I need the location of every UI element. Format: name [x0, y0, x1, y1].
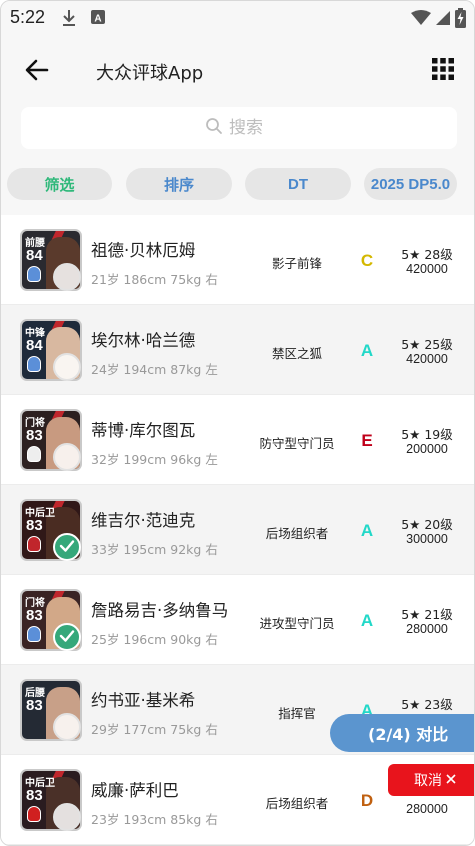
player-price: 280000 [406, 622, 448, 636]
player-name: 詹路易吉·多纳鲁马 [91, 601, 229, 620]
close-icon [446, 772, 456, 788]
card-rating: 83 [26, 787, 43, 804]
player-level: 5★ 28级 [401, 247, 453, 262]
player-name: 埃尔林·哈兰德 [91, 331, 196, 350]
back-button[interactable] [21, 55, 55, 85]
player-price: 420000 [406, 262, 448, 276]
club-badge-icon [27, 446, 41, 462]
search-bar[interactable] [21, 107, 457, 149]
status-time: 5:22 [10, 7, 46, 27]
app-screen: 5:22 A 大众评球App 搜索 筛选 排序 DT 2025 DP5.0 前腰… [0, 0, 475, 846]
player-name: 蒂博·库尔图瓦 [91, 421, 196, 440]
player-meta: 24岁 194cm 87kg 左 [91, 362, 218, 377]
compare-button[interactable]: (2/4) 对比 [330, 714, 474, 752]
arrow-left-icon [21, 59, 55, 89]
player-name: 维吉尔·范迪克 [91, 511, 196, 530]
select-checkbox[interactable] [53, 443, 81, 471]
player-price: 200000 [406, 442, 448, 456]
player-level: 5★ 25级 [401, 337, 453, 352]
club-badge-icon [27, 266, 41, 282]
sort-chip[interactable]: 排序 [126, 168, 232, 200]
player-role: 后场组织者 [265, 796, 329, 811]
version-chip[interactable]: 2025 DP5.0 [364, 168, 457, 200]
player-name: 祖德·贝林厄姆 [91, 241, 196, 260]
menu-grid-button[interactable] [431, 57, 455, 81]
svg-text:A: A [94, 14, 101, 25]
player-meta: 21岁 186cm 75kg 右 [91, 272, 218, 287]
player-meta: 33岁 195cm 92kg 右 [91, 542, 218, 557]
club-badge-icon [27, 806, 41, 822]
select-checkbox[interactable] [53, 713, 81, 741]
search-input[interactable] [229, 118, 273, 138]
player-level: 5★ 21级 [401, 607, 453, 622]
card-rating: 83 [26, 427, 43, 444]
select-checkbox[interactable] [53, 353, 81, 381]
player-level: 5★ 20级 [401, 517, 453, 532]
card-rating: 83 [26, 697, 43, 714]
check-icon [59, 628, 75, 647]
select-checkbox[interactable] [53, 803, 81, 831]
search-icon [205, 117, 223, 139]
player-grade: A [360, 521, 374, 540]
player-meta: 25岁 196cm 90kg 右 [91, 632, 218, 647]
card-rating: 84 [26, 247, 43, 264]
player-price: 280000 [406, 802, 448, 816]
club-badge-icon [27, 626, 41, 642]
player-price: 420000 [406, 352, 448, 366]
grid-icon [431, 58, 455, 85]
download-icon [61, 9, 77, 31]
card-rating: 84 [26, 337, 43, 354]
battery-charging-icon [455, 8, 466, 32]
select-checkbox[interactable] [53, 263, 81, 291]
card-rating: 83 [26, 607, 43, 624]
player-level: 5★ 19级 [401, 427, 453, 442]
club-badge-icon [27, 536, 41, 552]
dt-chip[interactable]: DT [245, 168, 351, 200]
player-row[interactable]: 中后卫 83 维吉尔·范迪克 33岁 195cm 92kg 右 后场组织者 A … [1, 485, 474, 575]
player-meta: 29岁 177cm 75kg 右 [91, 722, 218, 737]
select-checkbox-checked[interactable] [53, 533, 81, 561]
card-rating: 83 [26, 517, 43, 534]
player-grade: E [361, 431, 373, 450]
signal-icon [435, 10, 451, 30]
filter-chip[interactable]: 筛选 [7, 168, 112, 200]
status-icons [411, 8, 466, 32]
player-grade: C [360, 251, 374, 270]
player-price: 300000 [406, 532, 448, 546]
club-badge-icon [27, 356, 41, 372]
player-role: 后场组织者 [265, 526, 329, 541]
wifi-icon [411, 10, 431, 30]
player-role: 进攻型守门员 [259, 616, 335, 631]
app-bar: 大众评球App [1, 35, 474, 103]
player-role: 影子前锋 [271, 256, 322, 271]
filter-chips: 筛选 排序 DT 2025 DP5.0 [1, 168, 474, 200]
player-role: 指挥官 [278, 706, 316, 721]
player-level: 5★ 23级 [401, 697, 453, 712]
keyboard-a-icon: A [90, 9, 106, 29]
player-meta: 23岁 193cm 85kg 右 [91, 812, 218, 827]
player-row[interactable]: 门将 83 詹路易吉·多纳鲁马 25岁 196cm 90kg 右 进攻型守门员 … [1, 575, 474, 665]
player-name: 约书亚·基米希 [91, 691, 196, 710]
player-row[interactable]: 中锋 84 埃尔林·哈兰德 24岁 194cm 87kg 左 禁区之狐 A 5★… [1, 305, 474, 395]
player-grade: A [360, 341, 374, 360]
player-grade: A [360, 611, 374, 630]
player-role: 禁区之狐 [271, 346, 322, 361]
player-row[interactable]: 前腰 84 祖德·贝林厄姆 21岁 186cm 75kg 右 影子前锋 C 5★… [1, 215, 474, 305]
cancel-button[interactable]: 取消 [388, 764, 474, 796]
page-title: 大众评球App [96, 63, 204, 84]
player-grade: D [360, 791, 374, 810]
player-name: 威廉·萨利巴 [91, 781, 179, 800]
select-checkbox-checked[interactable] [53, 623, 81, 651]
check-icon [59, 538, 75, 557]
status-bar: 5:22 A [1, 1, 474, 35]
player-role: 防守型守门员 [259, 436, 335, 451]
cancel-label: 取消 [414, 773, 442, 789]
player-meta: 32岁 199cm 96kg 左 [91, 452, 218, 467]
player-row[interactable]: 门将 83 蒂博·库尔图瓦 32岁 199cm 96kg 左 防守型守门员 E … [1, 395, 474, 485]
